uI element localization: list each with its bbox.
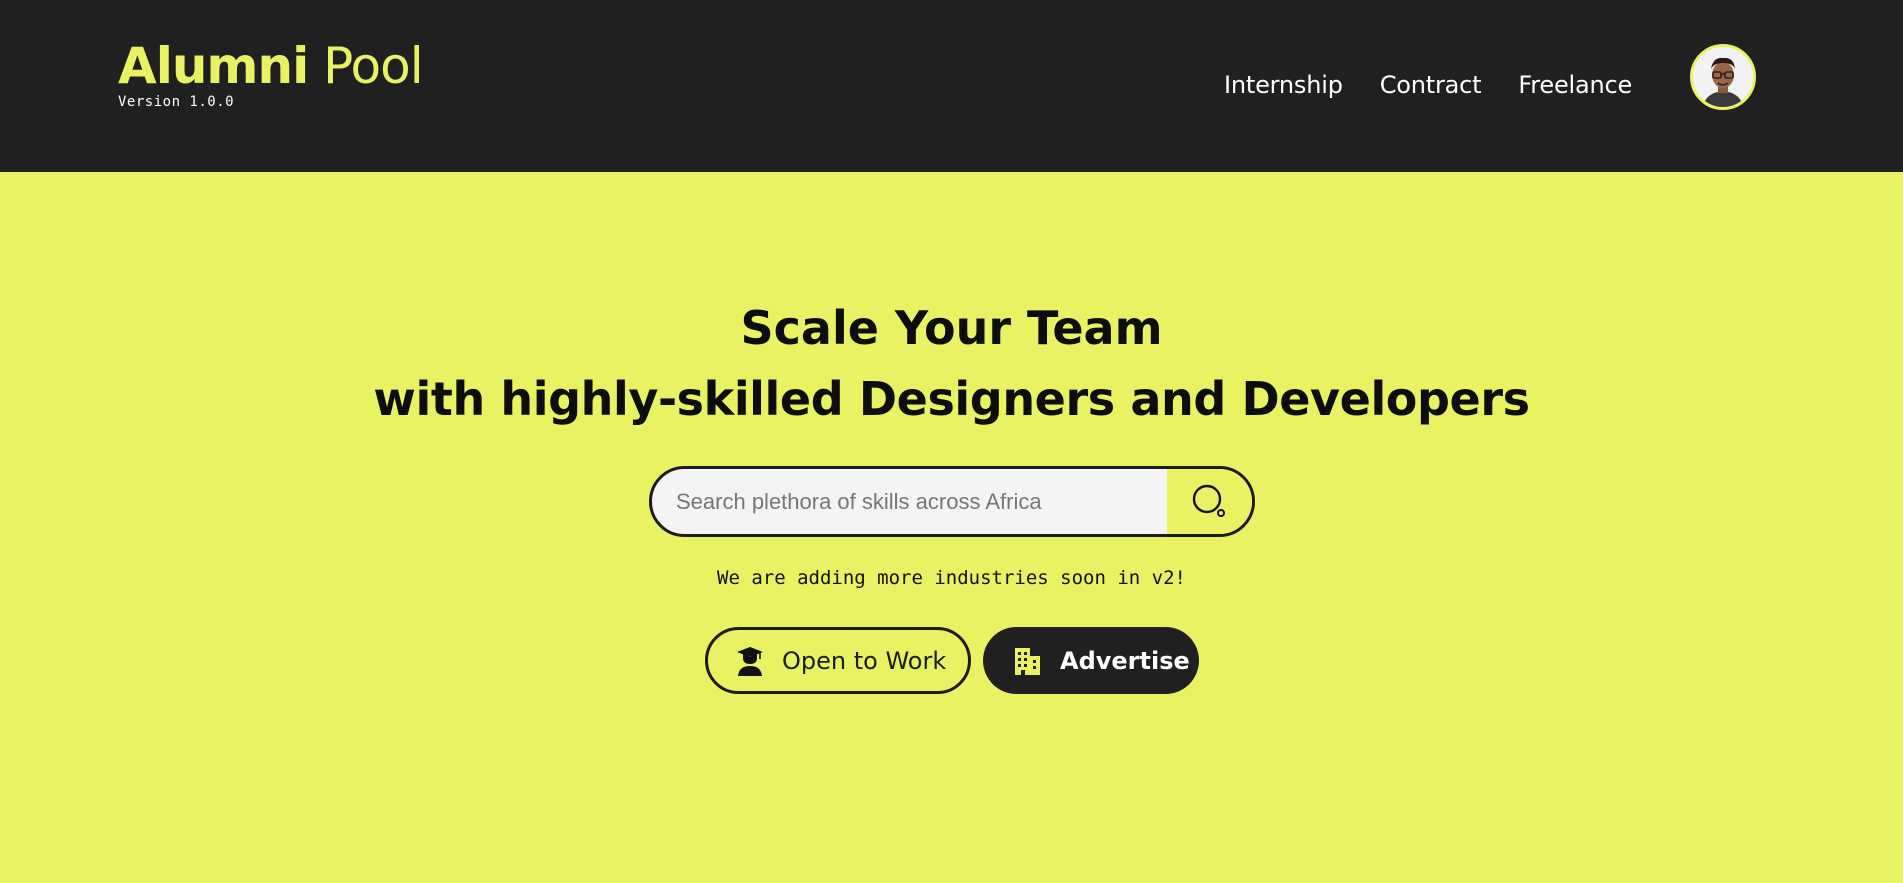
graduate-icon xyxy=(736,646,764,676)
advertise-label: Advertise xyxy=(1060,646,1190,675)
skill-search-bar xyxy=(649,466,1255,537)
top-navbar: Alumni Pool Version 1.0.0 Internship Con… xyxy=(0,0,1903,172)
search-input[interactable] xyxy=(652,469,1170,534)
open-to-work-button[interactable]: Open to Work xyxy=(705,627,971,694)
nav-link-internship[interactable]: Internship xyxy=(1224,68,1343,102)
hero-title-line1: Scale Your Team xyxy=(740,301,1163,355)
logo-wordmark: Alumni Pool xyxy=(118,36,424,96)
brand-logo[interactable]: Alumni Pool Version 1.0.0 xyxy=(118,36,424,110)
hero-title-line2: with highly-skilled Designers and Develo… xyxy=(373,372,1530,426)
logo-bold-text: Alumni xyxy=(118,37,309,95)
nav-link-contract[interactable]: Contract xyxy=(1380,68,1482,102)
nav-link-freelance[interactable]: Freelance xyxy=(1518,68,1632,102)
advertise-button[interactable]: Advertise xyxy=(983,627,1199,694)
building-icon xyxy=(1012,646,1042,676)
search-button[interactable] xyxy=(1167,469,1252,534)
search-icon xyxy=(1192,484,1225,517)
version-label: Version 1.0.0 xyxy=(118,94,235,110)
avatar-icon xyxy=(1693,47,1753,107)
logo-light-text: Pool xyxy=(323,37,423,95)
open-to-work-label: Open to Work xyxy=(782,646,947,675)
user-avatar[interactable] xyxy=(1690,44,1756,110)
industries-note: We are adding more industries soon in v2… xyxy=(717,567,1186,589)
main-nav: Internship Contract Freelance xyxy=(1224,68,1632,102)
